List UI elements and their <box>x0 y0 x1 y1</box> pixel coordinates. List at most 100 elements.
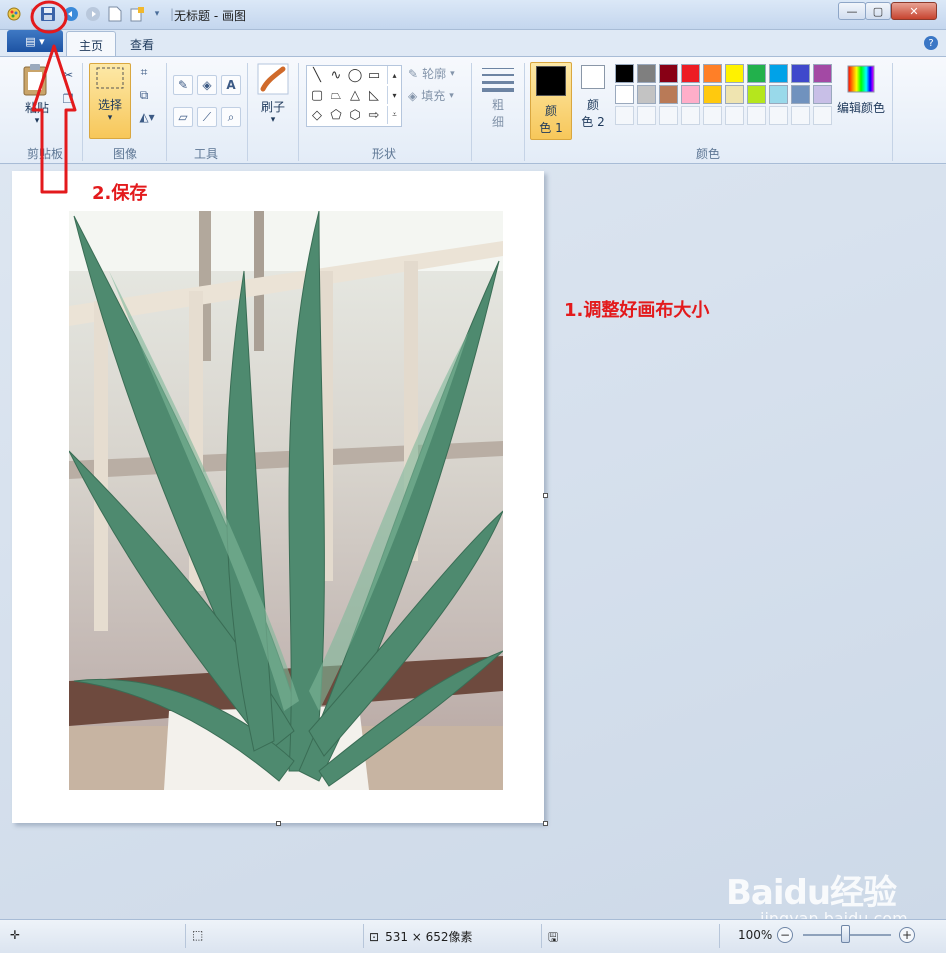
outline-button[interactable]: ✎ 轮廓 ▾ <box>408 65 455 82</box>
resize-icon[interactable]: ⧉ <box>134 85 154 105</box>
palette-swatch-empty[interactable] <box>637 106 656 125</box>
color1-button[interactable]: 颜 色 1 <box>530 62 572 140</box>
palette-swatch[interactable] <box>681 64 700 83</box>
palette-swatch[interactable] <box>681 85 700 104</box>
zoom-slider-thumb[interactable] <box>841 925 850 943</box>
gallery-expand-icon[interactable]: ⩡ <box>387 106 401 124</box>
palette-swatch[interactable] <box>747 64 766 83</box>
group-label-tools: 工具 <box>194 147 219 161</box>
close-button[interactable]: ✕ <box>891 2 937 20</box>
color-picker-icon[interactable]: ⟋ <box>197 107 217 127</box>
clipboard-icon <box>21 63 53 97</box>
polygon-shape-icon[interactable]: ⏢ <box>326 86 346 104</box>
palette-swatch[interactable] <box>769 64 788 83</box>
size-label-line2: 细 <box>491 115 504 129</box>
line-shape-icon[interactable]: ╲ <box>307 66 327 84</box>
save-icon[interactable] <box>40 6 56 22</box>
palette-swatch[interactable] <box>725 85 744 104</box>
rounded-rectangle-shape-icon[interactable]: ▢ <box>307 86 327 104</box>
color1-label-line1: 颜 <box>544 104 557 118</box>
zoom-in-button[interactable]: + <box>899 927 915 943</box>
palette-swatch[interactable] <box>725 64 744 83</box>
annotation-step1: 1.调整好画布大小 <box>564 300 710 321</box>
canvas-workarea: 1.调整好画布大小 2.保存 Baidu经验 jingyan.baidu.com <box>0 165 946 928</box>
crop-icon[interactable]: ⌗ <box>134 62 154 82</box>
palette-swatch[interactable] <box>615 85 634 104</box>
palette-swatch-empty[interactable] <box>769 106 788 125</box>
palette-swatch[interactable] <box>659 64 678 83</box>
gallery-scroll-up-icon[interactable]: ▴ <box>387 66 401 84</box>
edit-colors-button[interactable]: 编辑颜色 <box>836 65 886 116</box>
hexagon-shape-icon[interactable]: ⬡ <box>345 106 365 124</box>
status-bar: ✛ ⬚ ⊡ 531 × 652像素 🖫 100% − + <box>0 919 946 953</box>
minimize-button[interactable]: — <box>838 2 866 20</box>
palette-swatch[interactable] <box>813 64 832 83</box>
chevron-down-icon: ▾ <box>270 115 276 125</box>
right-triangle-shape-icon[interactable]: ◺ <box>364 86 384 104</box>
fill-bucket-icon[interactable]: ◈ <box>197 75 217 95</box>
select-button[interactable]: 选择 ▾ <box>89 63 131 139</box>
palette-swatch[interactable] <box>791 64 810 83</box>
palette-swatch-empty[interactable] <box>659 106 678 125</box>
aloe-vera-photo <box>69 211 503 790</box>
resize-handle-corner[interactable] <box>543 821 548 826</box>
palette-swatch[interactable] <box>747 85 766 104</box>
color2-button[interactable]: 颜 色 2 <box>576 65 610 130</box>
copy-icon[interactable]: ❐ <box>58 89 78 109</box>
brush-button[interactable]: 刷子 ▾ <box>254 63 292 125</box>
palette-swatch-empty[interactable] <box>615 106 634 125</box>
maximize-button[interactable]: ▢ <box>865 2 891 20</box>
help-icon[interactable]: ? <box>924 36 938 50</box>
properties-icon[interactable] <box>129 6 145 22</box>
palette-swatch-empty[interactable] <box>725 106 744 125</box>
pencil-icon[interactable]: ✎ <box>173 75 193 95</box>
palette-swatch[interactable] <box>703 64 722 83</box>
palette-swatch[interactable] <box>703 85 722 104</box>
new-file-icon[interactable] <box>107 6 123 22</box>
rotate-icon[interactable]: ◭▾ <box>134 107 160 127</box>
status-separator <box>719 924 720 948</box>
arrow-shape-icon[interactable]: ⇨ <box>364 106 384 124</box>
gallery-scroll-down-icon[interactable]: ▾ <box>387 86 401 104</box>
undo-icon[interactable] <box>63 6 79 22</box>
palette-swatch[interactable] <box>637 85 656 104</box>
palette-swatch-empty[interactable] <box>791 106 810 125</box>
magnifier-icon[interactable]: ⌕ <box>221 107 241 127</box>
palette-swatch-empty[interactable] <box>681 106 700 125</box>
palette-swatch[interactable] <box>813 85 832 104</box>
palette-swatch[interactable] <box>769 85 788 104</box>
oval-shape-icon[interactable]: ◯ <box>345 66 365 84</box>
paste-button[interactable]: 粘贴 ▾ <box>14 63 60 126</box>
palette-swatch[interactable] <box>615 64 634 83</box>
diamond-shape-icon[interactable]: ◇ <box>307 106 327 124</box>
curve-shape-icon[interactable]: ∿ <box>326 66 346 84</box>
ribbon-separator <box>82 63 83 161</box>
resize-handle-bottom[interactable] <box>276 821 281 826</box>
tab-home[interactable]: 主页 <box>66 31 117 56</box>
paint-app-icon[interactable] <box>6 6 22 22</box>
palette-swatch[interactable] <box>659 85 678 104</box>
palette-swatch-empty[interactable] <box>747 106 766 125</box>
canvas-size-icon: ⊡ <box>369 929 380 944</box>
cut-icon[interactable]: ✂ <box>58 65 78 85</box>
palette-swatch-empty[interactable] <box>813 106 832 125</box>
color2-swatch <box>581 65 605 89</box>
fill-button[interactable]: ◈ 填充 ▾ <box>408 87 454 104</box>
palette-swatch[interactable] <box>791 85 810 104</box>
palette-swatch[interactable] <box>637 64 656 83</box>
tab-view[interactable]: 查看 <box>118 31 166 56</box>
customize-qat-icon[interactable]: ▾ <box>149 6 165 22</box>
drawing-canvas[interactable] <box>12 171 544 823</box>
size-button[interactable]: 粗 细 <box>480 65 516 130</box>
triangle-shape-icon[interactable]: △ <box>345 86 365 104</box>
pentagon-shape-icon[interactable]: ⬠ <box>326 106 346 124</box>
text-tool-icon[interactable]: A <box>221 75 241 95</box>
zoom-out-button[interactable]: − <box>777 927 793 943</box>
canvas-size-text: 531 × 652像素 <box>385 930 473 944</box>
palette-swatch-empty[interactable] <box>703 106 722 125</box>
app-menu-button[interactable]: ▤ ▾ <box>7 30 63 52</box>
eraser-icon[interactable]: ▱ <box>173 107 193 127</box>
resize-handle-right[interactable] <box>543 493 548 498</box>
redo-icon[interactable] <box>85 6 101 22</box>
rectangle-shape-icon[interactable]: ▭ <box>364 66 384 84</box>
